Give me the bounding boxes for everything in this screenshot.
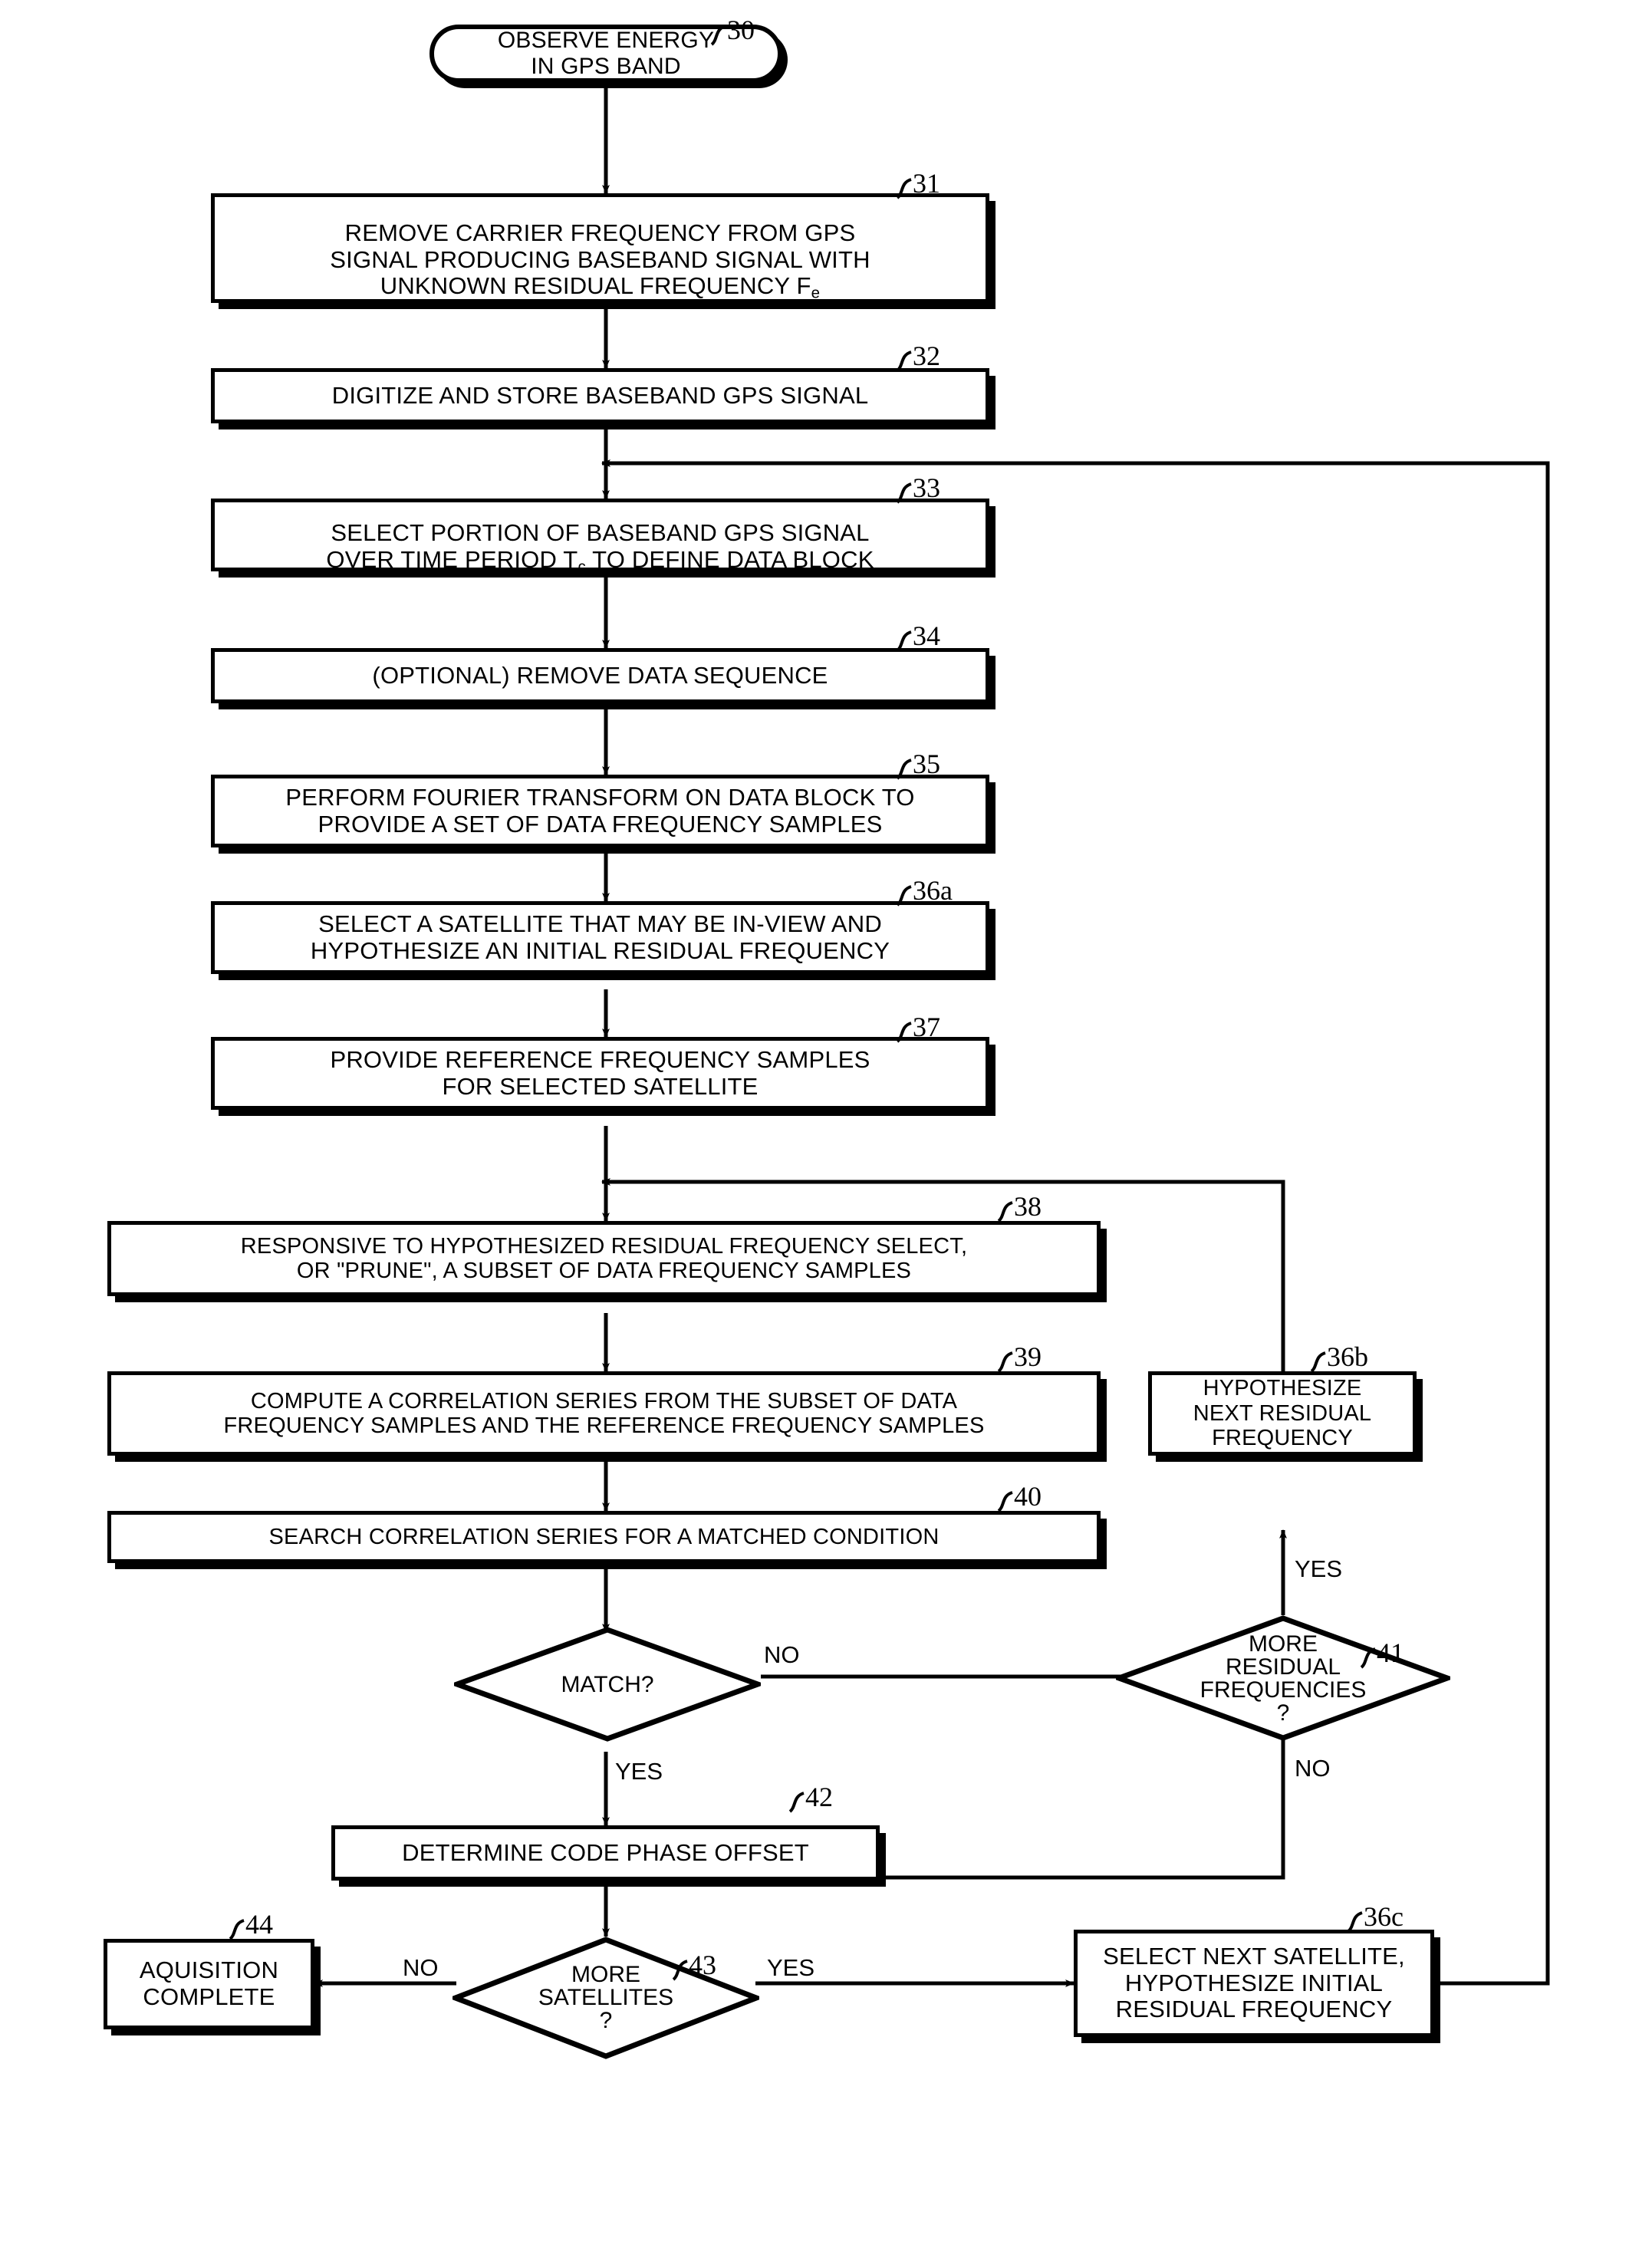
ref-leader-34 [896, 630, 912, 652]
node-more-residual-frequencies-label: MORE RESIDUAL FREQUENCIES ? [1200, 1631, 1367, 1726]
node-label: SEARCH CORRELATION SERIES FOR A MATCHED … [268, 1524, 940, 1549]
ref-leader-30 [710, 25, 726, 46]
node-label: AQUISITION COMPLETE [139, 1956, 279, 2010]
edge-label-sat-yes: YES [767, 1954, 815, 1981]
node-hypothesize-next-frequency[interactable]: HYPOTHESIZE NEXT RESIDUAL FREQUENCY [1148, 1371, 1417, 1456]
node-label: COMPUTE A CORRELATION SERIES FROM THE SU… [223, 1388, 985, 1438]
ref-leader-42 [788, 1792, 805, 1813]
node-label: HYPOTHESIZE NEXT RESIDUAL FREQUENCY [1193, 1376, 1372, 1451]
node-select-portion[interactable]: SELECT PORTION OF BASEBAND GPS SIGNAL OV… [211, 499, 989, 576]
ref-leader-36a [896, 885, 912, 907]
ref-leader-31 [896, 178, 912, 199]
ref-leader-38 [997, 1201, 1013, 1223]
node-remove-data-sequence[interactable]: (OPTIONAL) REMOVE DATA SEQUENCE [211, 648, 989, 703]
edge-label-freq-no: NO [1295, 1755, 1331, 1782]
node-determine-code-phase[interactable]: DETERMINE CODE PHASE OFFSET [331, 1825, 880, 1881]
ref-leader-44 [229, 1919, 245, 1940]
node-digitize-store[interactable]: DIGITIZE AND STORE BASEBAND GPS SIGNAL [211, 368, 989, 423]
node-remove-carrier[interactable]: REMOVE CARRIER FREQUENCY FROM GPS SIGNAL… [211, 193, 989, 303]
node-label: RESPONSIVE TO HYPOTHESIZED RESIDUAL FREQ… [240, 1233, 968, 1283]
node-select-next-satellite[interactable]: SELECT NEXT SATELLITE, HYPOTHESIZE INITI… [1074, 1930, 1434, 2037]
node-match-label: MATCH? [561, 1671, 654, 1697]
ref-leader-37 [896, 1022, 912, 1043]
node-label: PROVIDE REFERENCE FREQUENCY SAMPLES FOR … [330, 1045, 870, 1100]
node-label: SELECT NEXT SATELLITE, HYPOTHESIZE INITI… [1103, 1942, 1405, 2023]
node-label: DETERMINE CODE PHASE OFFSET [402, 1838, 809, 1866]
ref-leader-35 [896, 759, 912, 780]
ref-leader-36c [1347, 1911, 1363, 1933]
ref-leader-41 [1360, 1647, 1376, 1669]
node-search-correlation[interactable]: SEARCH CORRELATION SERIES FOR A MATCHED … [107, 1511, 1101, 1563]
edge-label-sat-no: NO [403, 1954, 439, 1981]
node-label: REMOVE CARRIER FREQUENCY FROM GPS SIGNAL… [330, 219, 870, 302]
node-prune-subset[interactable]: RESPONSIVE TO HYPOTHESIZED RESIDUAL FREQ… [107, 1221, 1101, 1296]
node-fourier-transform[interactable]: PERFORM FOURIER TRANSFORM ON DATA BLOCK … [211, 775, 989, 847]
ref-leader-32 [896, 350, 912, 372]
node-label: PERFORM FOURIER TRANSFORM ON DATA BLOCK … [285, 783, 915, 838]
edge-label-match-no: NO [764, 1641, 800, 1668]
edge-label-freq-yes: YES [1295, 1555, 1343, 1582]
node-compute-correlation[interactable]: COMPUTE A CORRELATION SERIES FROM THE SU… [107, 1371, 1101, 1456]
node-label: DIGITIZE AND STORE BASEBAND GPS SIGNAL [331, 381, 869, 409]
node-label: OBSERVE ENERGY IN GPS BAND [497, 28, 715, 79]
node-label: SELECT PORTION OF BASEBAND GPS SIGNAL OV… [326, 519, 874, 576]
node-label: SELECT A SATELLITE THAT MAY BE IN-VIEW A… [310, 910, 890, 964]
node-provide-reference-samples[interactable]: PROVIDE REFERENCE FREQUENCY SAMPLES FOR … [211, 1037, 989, 1110]
node-label: (OPTIONAL) REMOVE DATA SEQUENCE [372, 661, 828, 689]
figure-canvas: OBSERVE ENERGY IN GPS BAND 30 REMOVE CAR… [0, 0, 1652, 2251]
node-select-satellite[interactable]: SELECT A SATELLITE THAT MAY BE IN-VIEW A… [211, 901, 989, 974]
ref-leader-40 [997, 1491, 1013, 1512]
ref-leader-43 [672, 1960, 688, 1981]
ref-leader-39 [997, 1351, 1013, 1373]
ref-leader-33 [896, 482, 912, 504]
node-acquisition-complete[interactable]: AQUISITION COMPLETE [104, 1939, 314, 2029]
edge-label-match-yes: YES [615, 1758, 663, 1785]
ref-leader-36b [1310, 1351, 1326, 1373]
